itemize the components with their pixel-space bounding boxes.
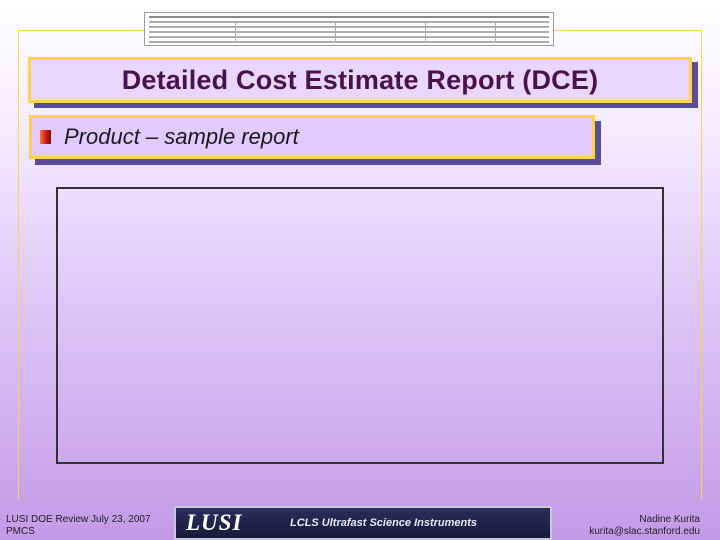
footer-left: LUSI DOE Review July 23, 2007 PMCS xyxy=(6,514,151,538)
lusi-logo-banner: LUSI LCLS Ultrafast Science Instruments xyxy=(174,506,552,540)
thumbnail-grid-line xyxy=(495,21,496,43)
title-box: Detailed Cost Estimate Report (DCE) xyxy=(28,57,692,103)
thumbnail-row xyxy=(149,21,549,23)
thumbnail-row xyxy=(149,41,549,43)
sample-report-frame xyxy=(56,187,664,464)
footer-author: Nadine Kurita xyxy=(639,514,700,525)
footer-event: LUSI DOE Review July 23, 2007 xyxy=(6,514,151,525)
thumbnail-row xyxy=(149,36,549,38)
footer-right: Nadine Kurita kurita@slac.stanford.edu xyxy=(589,514,700,538)
thumbnail-grid-line xyxy=(425,21,426,43)
page-title: Detailed Cost Estimate Report (DCE) xyxy=(121,64,599,95)
footer-email: kurita@slac.stanford.edu xyxy=(589,526,700,537)
thumbnail-grid-line xyxy=(335,21,336,43)
lusi-logo-tagline: LCLS Ultrafast Science Instruments xyxy=(290,517,478,529)
thumbnail-row xyxy=(149,31,549,33)
bullet-text: Product – sample report xyxy=(64,124,299,149)
lusi-logo-mark: LUSI xyxy=(186,510,243,535)
thumbnail-row xyxy=(149,26,549,28)
bullet-box: Product – sample report xyxy=(29,115,595,159)
report-thumbnail-image xyxy=(144,12,554,46)
thumbnail-grid-line xyxy=(235,21,236,43)
footer-section: PMCS xyxy=(6,526,35,537)
bullet-square-icon xyxy=(40,130,51,144)
thumbnail-row xyxy=(149,16,549,18)
